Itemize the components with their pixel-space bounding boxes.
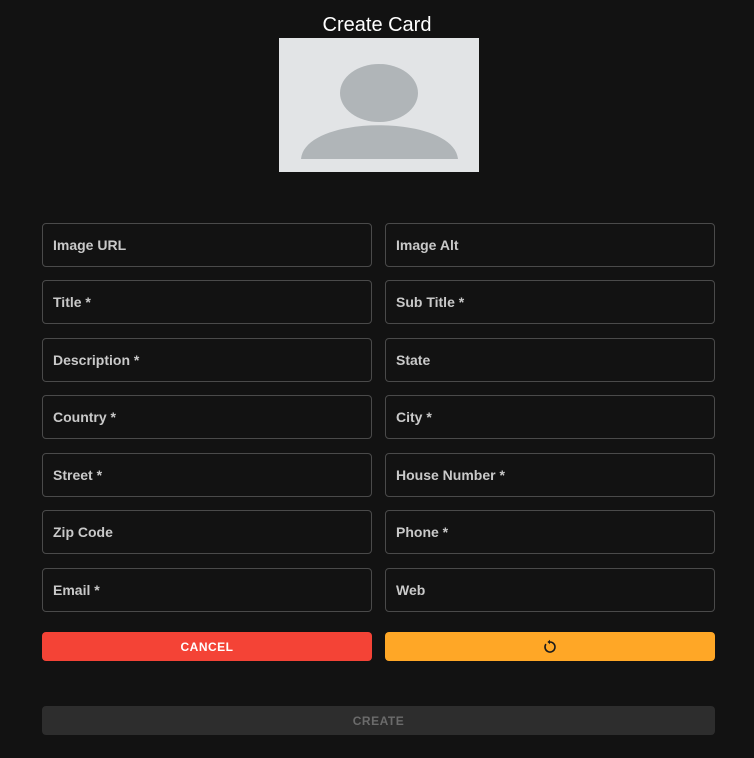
street-input[interactable]: [43, 454, 371, 496]
image-url-field[interactable]: [42, 223, 372, 267]
person-placeholder-icon: [301, 64, 458, 159]
zip-code-field[interactable]: [42, 510, 372, 554]
country-input[interactable]: [43, 396, 371, 438]
avatar-placeholder: [279, 38, 479, 172]
page-title: Create Card: [322, 14, 432, 36]
image-alt-input[interactable]: [386, 224, 714, 266]
house-number-field[interactable]: [385, 453, 715, 497]
image-alt-field[interactable]: [385, 223, 715, 267]
state-field[interactable]: [385, 338, 715, 382]
title-field[interactable]: [42, 280, 372, 324]
cancel-button-label: CANCEL: [180, 639, 234, 654]
image-url-input[interactable]: [43, 224, 371, 266]
phone-field[interactable]: [385, 510, 715, 554]
city-field[interactable]: [385, 395, 715, 439]
email-input[interactable]: [43, 569, 371, 611]
cancel-button[interactable]: CANCEL: [42, 632, 372, 661]
web-input[interactable]: [386, 569, 714, 611]
email-field[interactable]: [42, 568, 372, 612]
create-button[interactable]: CREATE: [42, 706, 715, 735]
reset-button[interactable]: [385, 632, 715, 661]
create-button-label: CREATE: [352, 713, 405, 728]
refresh-icon: [544, 639, 556, 653]
street-field[interactable]: [42, 453, 372, 497]
phone-input[interactable]: [386, 511, 714, 553]
country-field[interactable]: [42, 395, 372, 439]
create-card-page: Create Card Image URL Image Alt Title * …: [0, 0, 754, 758]
description-input[interactable]: [43, 339, 371, 381]
sub-title-input[interactable]: [386, 281, 714, 323]
zip-code-input[interactable]: [43, 511, 371, 553]
description-field[interactable]: [42, 338, 372, 382]
house-number-input[interactable]: [386, 454, 714, 496]
title-input[interactable]: [43, 281, 371, 323]
sub-title-field[interactable]: [385, 280, 715, 324]
state-input[interactable]: [386, 339, 714, 381]
web-field[interactable]: [385, 568, 715, 612]
city-input[interactable]: [386, 396, 714, 438]
